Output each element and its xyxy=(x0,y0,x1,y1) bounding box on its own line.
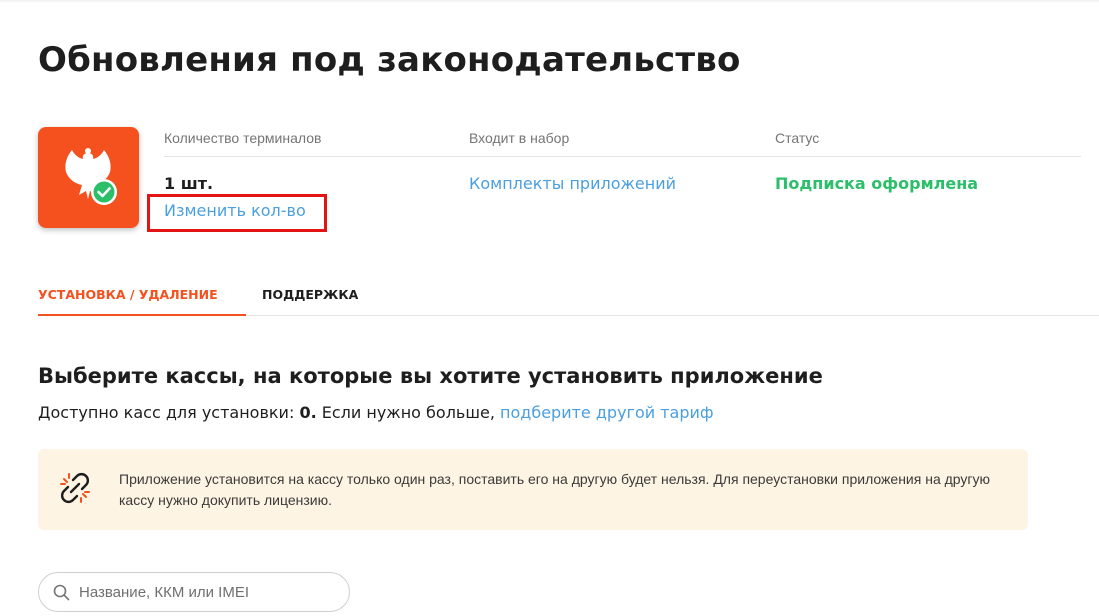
license-notice: Приложение установится на кассу только о… xyxy=(38,449,1028,530)
section-heading: Выберите кассы, на которые вы хотите уст… xyxy=(38,364,823,388)
info-divider xyxy=(164,156,1081,157)
app-bundles-link[interactable]: Комплекты приложений xyxy=(469,174,676,193)
change-quantity-link[interactable]: Изменить кол-во xyxy=(164,201,306,220)
notice-text: Приложение установится на кассу только о… xyxy=(119,471,991,508)
status-header: Статус xyxy=(775,130,820,146)
status-badge: Подписка оформлена xyxy=(775,174,979,193)
tab-install-uninstall[interactable]: УСТАНОВКА / УДАЛЕНИЕ xyxy=(38,287,218,302)
page-title: Обновления под законодательство xyxy=(38,40,741,80)
quantity-value: 1 шт. xyxy=(164,174,214,193)
available-suffix: Если нужно больше, xyxy=(316,403,501,422)
app-logo xyxy=(38,127,139,228)
top-divider xyxy=(0,0,1099,3)
tab-support[interactable]: ПОДДЕРЖКА xyxy=(262,287,358,302)
search-input[interactable] xyxy=(79,574,339,610)
available-terminals-text: Доступно касс для установки: 0. Если нуж… xyxy=(38,403,714,422)
quantity-header: Количество терминалов xyxy=(164,130,322,146)
eagle-check-icon xyxy=(65,148,117,205)
broken-link-icon xyxy=(60,472,90,504)
bundle-header: Входит в набор xyxy=(469,130,570,146)
active-tab-indicator xyxy=(38,314,246,316)
available-prefix: Доступно касс для установки: xyxy=(38,403,300,422)
choose-tariff-link[interactable]: подберите другой тариф xyxy=(500,403,714,422)
search-field[interactable] xyxy=(38,572,350,612)
available-count: 0. xyxy=(299,403,317,422)
search-icon xyxy=(53,584,70,601)
